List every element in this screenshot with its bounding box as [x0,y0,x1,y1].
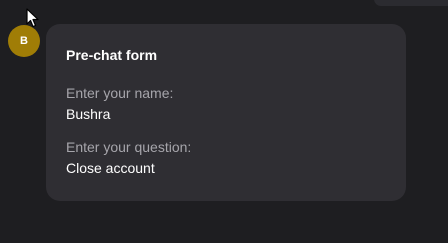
name-value: Bushra [66,106,111,122]
name-label: Enter your name: [66,85,174,101]
avatar-initial: B [20,35,28,47]
question-field: Enter your question: Close account [66,138,386,177]
question-value: Close account [66,160,155,176]
mouse-pointer-icon [26,8,39,28]
name-field: Enter your name: Bushra [66,84,386,123]
avatar: B [8,25,40,57]
prechat-form-message: Pre-chat form Enter your name: Bushra En… [46,24,406,201]
form-title: Pre-chat form [66,47,158,63]
question-label: Enter your question: [66,139,192,155]
previous-message-edge [374,0,448,6]
chat-view: B Pre-chat form Enter your name: Bushra … [0,0,448,243]
